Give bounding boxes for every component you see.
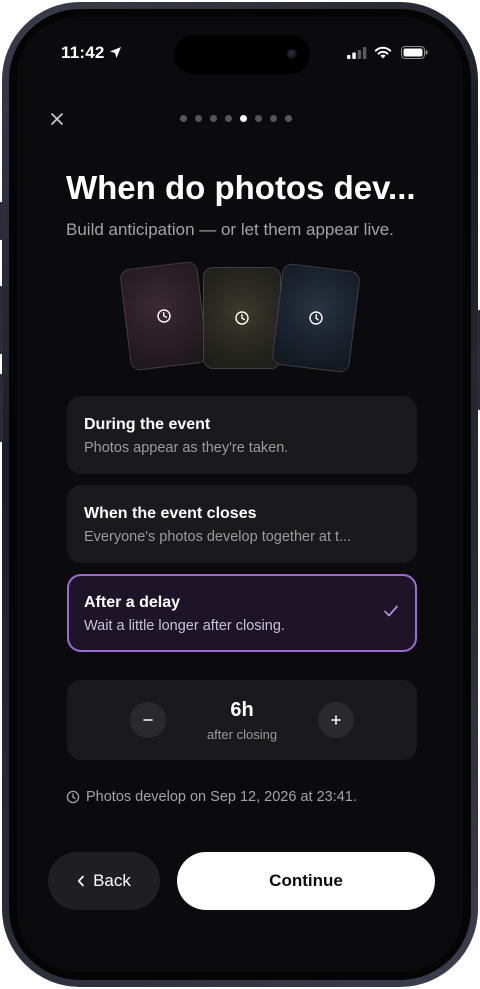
develop-date-note: Photos develop on Sep 12, 2026 at 23:41. (66, 789, 357, 805)
location-arrow-icon (110, 47, 121, 58)
front-camera (287, 49, 297, 59)
step-dot (225, 115, 232, 122)
clock-icon (235, 311, 249, 325)
blurred-photo-card (203, 267, 281, 369)
clock-icon (66, 790, 80, 804)
step-dot (255, 115, 262, 122)
option-after-delay[interactable]: After a delay Wait a little longer after… (67, 574, 417, 652)
checkmark-icon (384, 605, 398, 617)
step-dot (285, 115, 292, 122)
blurred-photo-card (119, 260, 209, 372)
phone-bezel: 11:42 When do photos dev... Build antici… (9, 9, 471, 980)
cellular-signal-icon (347, 47, 367, 59)
option-description: Wait a little longer after closing. (84, 618, 285, 634)
plus-icon (331, 715, 341, 725)
option-event-closes[interactable]: When the event closes Everyone's photos … (67, 485, 417, 563)
back-button-label: Back (93, 871, 131, 890)
step-dot (180, 115, 187, 122)
clock-icon (309, 311, 323, 325)
step-dot-active (240, 115, 247, 122)
phone-frame: 11:42 When do photos dev... Build antici… (0, 2, 480, 987)
blurred-photo-card (271, 262, 361, 374)
dynamic-island (174, 35, 310, 74)
volume-down-button (0, 374, 3, 442)
volume-up-button (0, 286, 3, 354)
step-dot (270, 115, 277, 122)
develop-note-text: Photos develop on Sep 12, 2026 at 23:41. (86, 789, 357, 805)
page-subtitle: Build anticipation — or let them appear … (66, 220, 394, 239)
option-description: Everyone's photos develop together at t.… (84, 529, 352, 545)
increase-delay-button[interactable] (318, 702, 354, 738)
side-action-button (0, 202, 3, 240)
step-dot (210, 115, 217, 122)
continue-button-label: Continue (269, 871, 343, 890)
delay-unit-label: after closing (206, 727, 278, 742)
page-title: When do photos dev... (66, 169, 416, 206)
wifi-icon (374, 46, 392, 59)
back-button[interactable]: Back (48, 852, 160, 910)
status-time: 11:42 (61, 43, 105, 62)
option-title: After a delay (84, 594, 181, 611)
option-description: Photos appear as they're taken. (84, 440, 289, 456)
delay-value: 6h (230, 699, 254, 721)
continue-button[interactable]: Continue (177, 852, 435, 910)
close-icon[interactable] (49, 111, 65, 127)
screen: 11:42 When do photos dev... Build antici… (17, 17, 463, 972)
step-progress-dots (180, 115, 292, 122)
option-title: During the event (84, 416, 211, 433)
option-title: When the event closes (84, 505, 257, 522)
option-during-event[interactable]: During the event Photos appear as they'r… (67, 396, 417, 474)
clock-icon (157, 309, 171, 323)
chevron-left-icon (78, 875, 84, 887)
delay-stepper: 6h after closing (67, 680, 417, 760)
battery-icon (401, 46, 428, 59)
step-dot (195, 115, 202, 122)
